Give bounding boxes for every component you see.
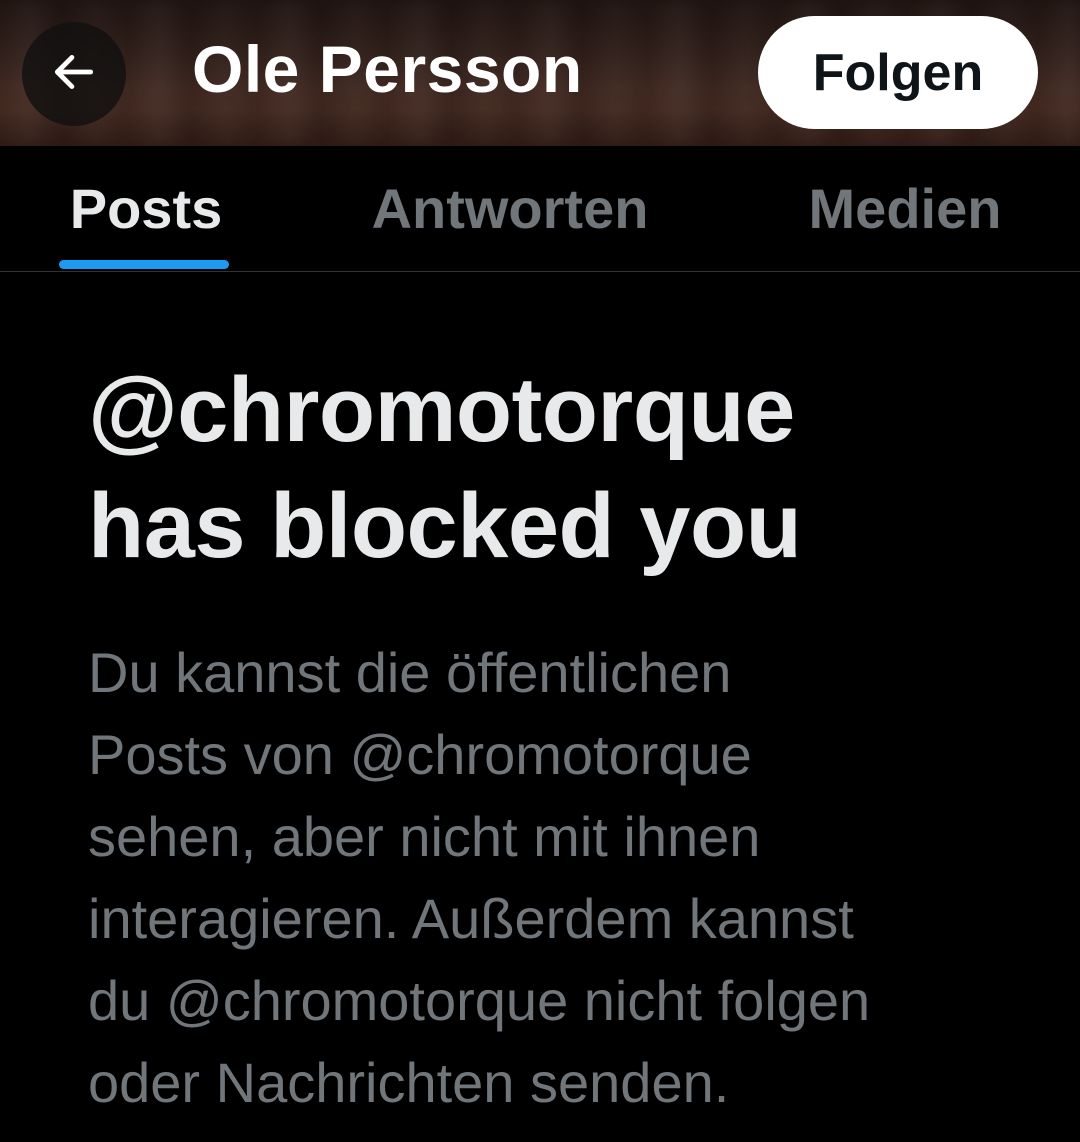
blocked-title: @chromotorque has blocked you: [88, 352, 1048, 584]
blocked-title-line: has blocked you: [88, 475, 802, 577]
description-line: interagieren. Außerdem kannst: [88, 887, 854, 950]
tab-posts[interactable]: Posts: [62, 146, 230, 271]
description-line: Du kannst die öffentlichen: [88, 641, 732, 704]
follow-button[interactable]: Folgen: [758, 16, 1038, 129]
arrow-left-icon: [49, 47, 99, 102]
description-line: sehen, aber nicht mit ihnen: [88, 805, 761, 868]
active-tab-indicator: [59, 260, 229, 269]
description-line: oder Nachrichten senden.: [88, 1051, 730, 1114]
description-line: du @chromotorque nicht folgen: [88, 969, 871, 1032]
tab-media[interactable]: Medien: [792, 146, 1018, 271]
back-button[interactable]: [22, 22, 126, 126]
tab-replies[interactable]: Antworten: [354, 146, 666, 271]
profile-tabs: Posts Antworten Medien: [0, 146, 1080, 272]
blocked-description: Du kannst die öffentlichen Posts von @ch…: [88, 632, 1048, 1124]
description-line: Posts von @chromotorque: [88, 723, 752, 786]
profile-name: Ole Persson: [192, 32, 583, 106]
profile-header: Ole Persson Folgen: [0, 0, 1080, 146]
blocked-title-line: @chromotorque: [88, 359, 795, 461]
